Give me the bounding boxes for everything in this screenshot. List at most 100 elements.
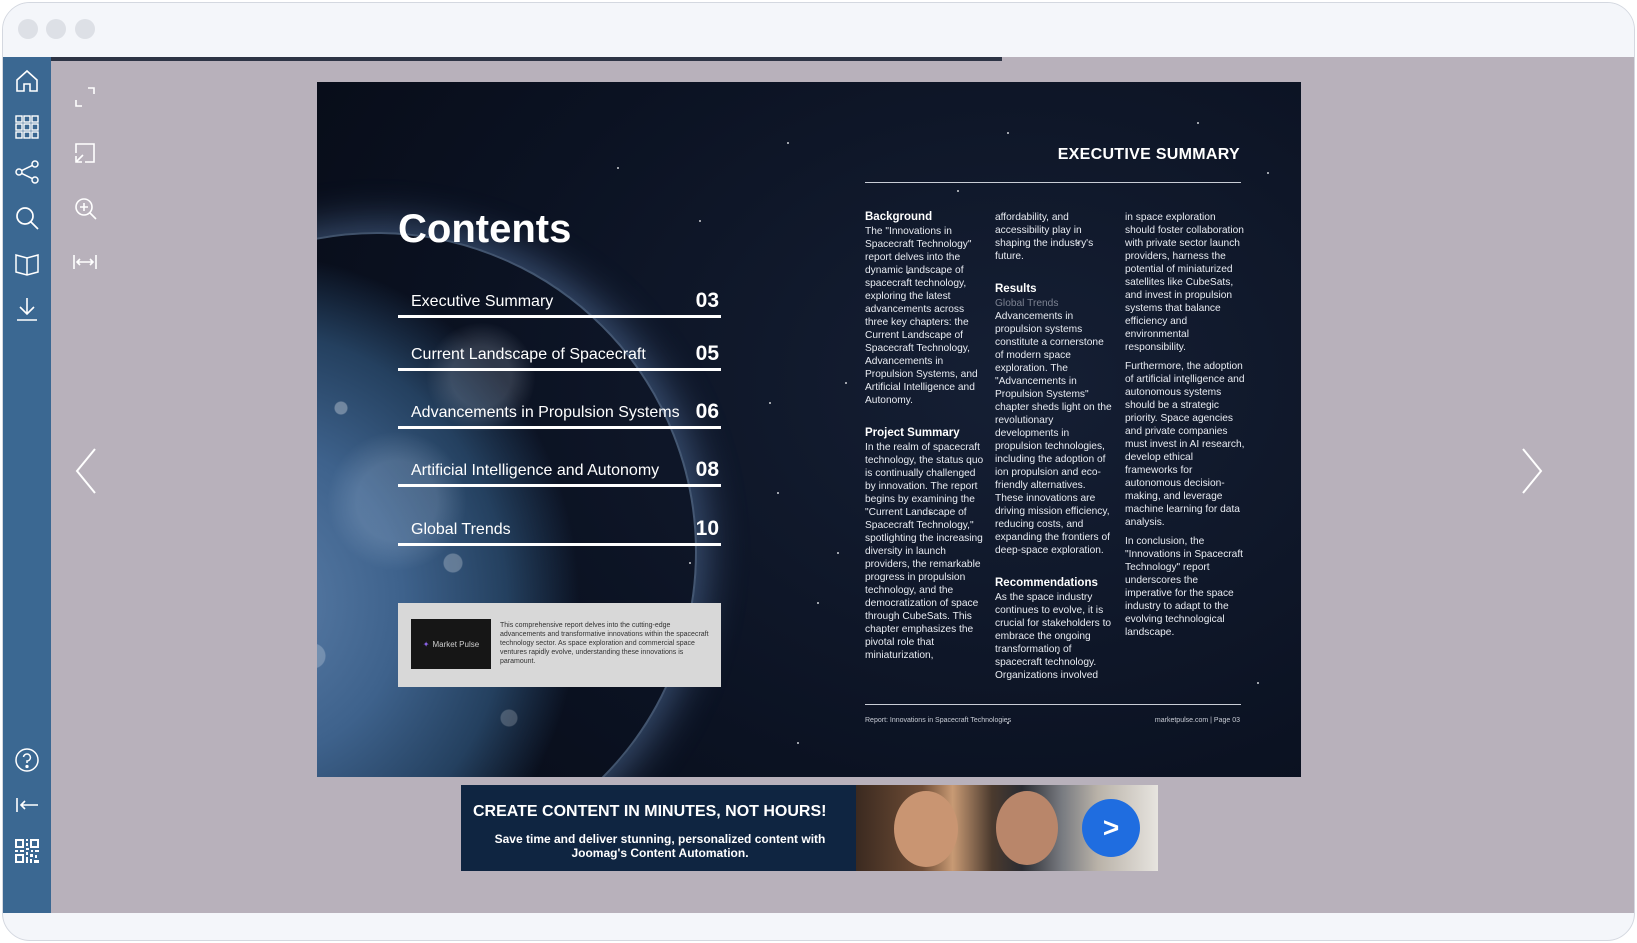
toc-item-label: Executive Summary — [411, 293, 554, 310]
previous-page-arrow[interactable] — [69, 441, 105, 501]
toc-item-propulsion[interactable]: Advancements in Propulsion Systems 06 — [398, 399, 721, 429]
table-of-contents-button[interactable] — [11, 247, 43, 279]
next-page-arrow[interactable] — [1513, 441, 1549, 501]
summary-column-1: Background The "Innovations in Spacecraf… — [865, 211, 985, 668]
ad-person-man — [996, 791, 1058, 865]
divider — [865, 182, 1241, 183]
toc-item-page: 08 — [695, 458, 719, 481]
left-sidebar — [3, 57, 51, 913]
first-page-button[interactable] — [11, 789, 43, 821]
title-bar — [3, 3, 1634, 57]
fullscreen-button[interactable] — [69, 81, 101, 113]
promo-description: This comprehensive report delves into th… — [500, 622, 709, 665]
toc-item-label: Artificial Intelligence and Autonomy — [411, 462, 660, 479]
toc-item-executive-summary[interactable]: Executive Summary 03 — [398, 288, 721, 318]
cast-button[interactable] — [69, 137, 101, 169]
fit-width-icon — [73, 255, 97, 269]
magazine-spread[interactable]: Contents Executive Summary 03 Current La… — [317, 82, 1301, 777]
home-icon — [16, 69, 38, 92]
contents-title: Contents — [398, 207, 572, 251]
star — [699, 220, 701, 222]
summary-column-3: in space exploration should foster colla… — [1125, 211, 1245, 645]
star — [845, 382, 847, 384]
star — [837, 552, 839, 554]
star — [1197, 122, 1199, 124]
toc-item-ai-autonomy[interactable]: Artificial Intelligence and Autonomy 08 — [398, 457, 721, 487]
zoom-in-icon — [75, 198, 97, 220]
heading-recommendations: Recommendations — [995, 577, 1098, 589]
download-button[interactable] — [11, 293, 43, 325]
ad-person-woman — [894, 791, 958, 867]
qr-code-button[interactable] — [11, 835, 43, 867]
background-text: The "Innovations in Spacecraft Technolog… — [865, 226, 978, 406]
recommendations-text: As the space industry continues to evolv… — [995, 592, 1112, 681]
project-summary-text: In the realm of spacecraft technology, t… — [865, 442, 984, 661]
toc-item-page: 06 — [695, 400, 719, 423]
window-minimize-dot[interactable] — [46, 19, 66, 39]
chevron-right-icon — [1522, 448, 1543, 494]
heading-background: Background — [865, 211, 933, 223]
summary-column-2: affordability, and accessibility play in… — [995, 211, 1115, 688]
star — [769, 402, 771, 404]
toc-item-page: 03 — [695, 289, 719, 312]
zoom-in-button[interactable] — [69, 192, 101, 224]
market-pulse-logo: ✦ Market Pulse — [411, 619, 491, 669]
toc-item-page: 05 — [695, 342, 719, 365]
column-3-paragraph-1: in space exploration should foster colla… — [1125, 212, 1244, 353]
toc-item-label: Current Landscape of Spacecraft — [411, 346, 646, 363]
executive-summary-title: EXECUTIVE SUMMARY — [1057, 146, 1240, 163]
search-icon — [16, 207, 39, 230]
star — [797, 742, 799, 744]
sparkle-icon: ✦ — [422, 639, 430, 649]
reading-progress-track — [51, 57, 1634, 61]
star — [957, 190, 959, 192]
column-3-paragraph-3: In conclusion, the "Innovations in Space… — [1125, 536, 1244, 638]
download-icon — [17, 298, 37, 321]
expand-icon — [75, 87, 95, 107]
help-icon — [15, 748, 39, 772]
page-footer-report: Report: Innovations in Spacecraft Techno… — [865, 717, 1012, 724]
first-page-icon — [16, 798, 38, 812]
window-close-dot[interactable] — [18, 19, 38, 39]
star — [787, 142, 789, 144]
fit-width-button[interactable] — [69, 246, 101, 278]
qr-code-icon — [15, 839, 39, 863]
heading-results: Results — [995, 283, 1037, 295]
star — [1007, 132, 1009, 134]
cast-icon — [75, 143, 95, 163]
toc-item-label: Advancements in Propulsion Systems — [411, 404, 680, 421]
logo-text: Market Pulse — [432, 639, 480, 649]
browser-window: Contents Executive Summary 03 Current La… — [2, 2, 1635, 941]
search-button[interactable] — [11, 202, 43, 234]
divider — [865, 704, 1241, 705]
toc-item-global-trends[interactable]: Global Trends 10 — [398, 516, 721, 546]
ad-headline: CREATE CONTENT IN MINUTES, NOT HOURS! — [473, 803, 827, 820]
thumbnails-button[interactable] — [11, 111, 43, 143]
results-text: Advancements in propulsion systems const… — [995, 311, 1112, 556]
home-button[interactable] — [11, 65, 43, 97]
reader-stage: Contents Executive Summary 03 Current La… — [51, 57, 1634, 913]
grid-icon — [15, 115, 39, 139]
share-icon — [15, 160, 39, 184]
star — [1257, 682, 1259, 684]
share-button[interactable] — [11, 156, 43, 188]
page-footer-page-number: marketpulse.com | Page 03 — [1154, 717, 1240, 724]
toc-item-page: 10 — [695, 517, 719, 540]
results-subheading: Global Trends — [995, 298, 1059, 309]
star — [689, 562, 691, 564]
star — [777, 492, 779, 494]
toc-item-label: Global Trends — [411, 521, 511, 538]
book-icon — [15, 254, 39, 276]
report-promo-card: ✦ Market Pulse This comprehensive report … — [398, 603, 721, 687]
window-maximize-dot[interactable] — [75, 19, 95, 39]
star — [1267, 172, 1269, 174]
star — [817, 602, 819, 604]
reading-progress-fill — [51, 57, 1002, 61]
ad-go-button[interactable]: > — [1082, 799, 1140, 857]
help-button[interactable] — [11, 744, 43, 776]
ad-banner[interactable]: CREATE CONTENT IN MINUTES, NOT HOURS! Sa… — [461, 785, 1158, 871]
ad-subtext: Save time and deliver stunning, personal… — [494, 832, 826, 860]
toc-item-current-landscape[interactable]: Current Landscape of Spacecraft 05 — [398, 341, 721, 371]
column-3-paragraph-2: Furthermore, the adoption of artificial … — [1125, 361, 1245, 528]
chevron-left-icon — [75, 448, 96, 494]
